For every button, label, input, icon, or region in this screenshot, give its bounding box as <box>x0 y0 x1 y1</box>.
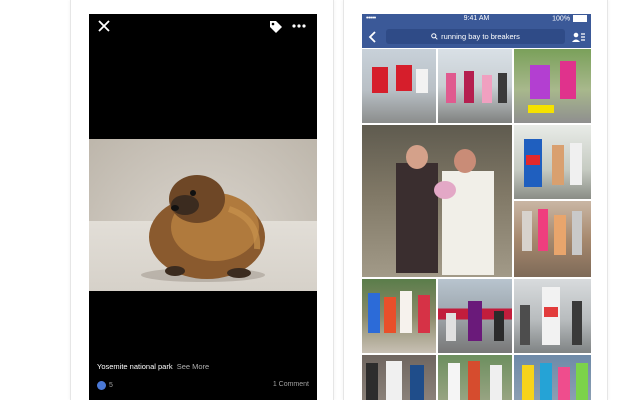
comments-link[interactable]: 1 Comment <box>273 381 309 388</box>
battery-percent: 100% <box>552 15 571 23</box>
photo-tile[interactable] <box>438 355 512 400</box>
like-icon <box>97 381 106 390</box>
photo-tile[interactable] <box>514 355 591 400</box>
search-bar: running bay to breakers <box>362 26 591 48</box>
photo-tile[interactable] <box>362 49 436 123</box>
viewer-topbar <box>89 14 317 42</box>
photo-tile[interactable] <box>362 125 512 277</box>
search-icon <box>431 33 438 40</box>
marmot-illustration <box>141 175 265 282</box>
back-icon[interactable] <box>368 31 378 43</box>
photo-viewer-screen: Yosemite national park See More 5 1 Comm… <box>89 14 317 400</box>
photo-grid <box>362 49 591 400</box>
phone-search-results: ••••• 9:41 AM 100% running bay to breake… <box>343 0 608 400</box>
more-icon[interactable] <box>291 21 307 31</box>
photo-tile[interactable] <box>438 279 512 353</box>
see-more-link[interactable]: See More <box>177 362 210 371</box>
photo-tile[interactable] <box>514 125 591 199</box>
status-bar: ••••• 9:41 AM 100% <box>362 14 591 26</box>
search-query: running bay to breakers <box>441 32 520 41</box>
photo-tile[interactable] <box>514 201 591 277</box>
search-screen: ••••• 9:41 AM 100% running bay to breake… <box>362 14 591 400</box>
search-input[interactable]: running bay to breakers <box>386 29 565 44</box>
photo-tile[interactable] <box>362 355 436 400</box>
profile-icon[interactable] <box>572 31 585 43</box>
reactions[interactable]: 5 <box>97 381 113 390</box>
photo-tile[interactable] <box>362 279 436 353</box>
photo-tile[interactable] <box>514 279 591 353</box>
photo-caption: Yosemite national park See More <box>97 362 209 371</box>
caption-title: Yosemite national park <box>97 362 173 371</box>
battery-indicator: 100% <box>552 15 587 22</box>
photo-tile[interactable] <box>438 49 512 123</box>
close-icon[interactable] <box>97 19 111 33</box>
photo-tile[interactable] <box>514 49 591 123</box>
phone-photo-viewer: Yosemite national park See More 5 1 Comm… <box>70 0 334 400</box>
marmot-photo[interactable] <box>89 139 317 291</box>
battery-icon <box>573 15 587 22</box>
like-count: 5 <box>109 382 113 389</box>
tag-icon[interactable] <box>269 20 283 34</box>
